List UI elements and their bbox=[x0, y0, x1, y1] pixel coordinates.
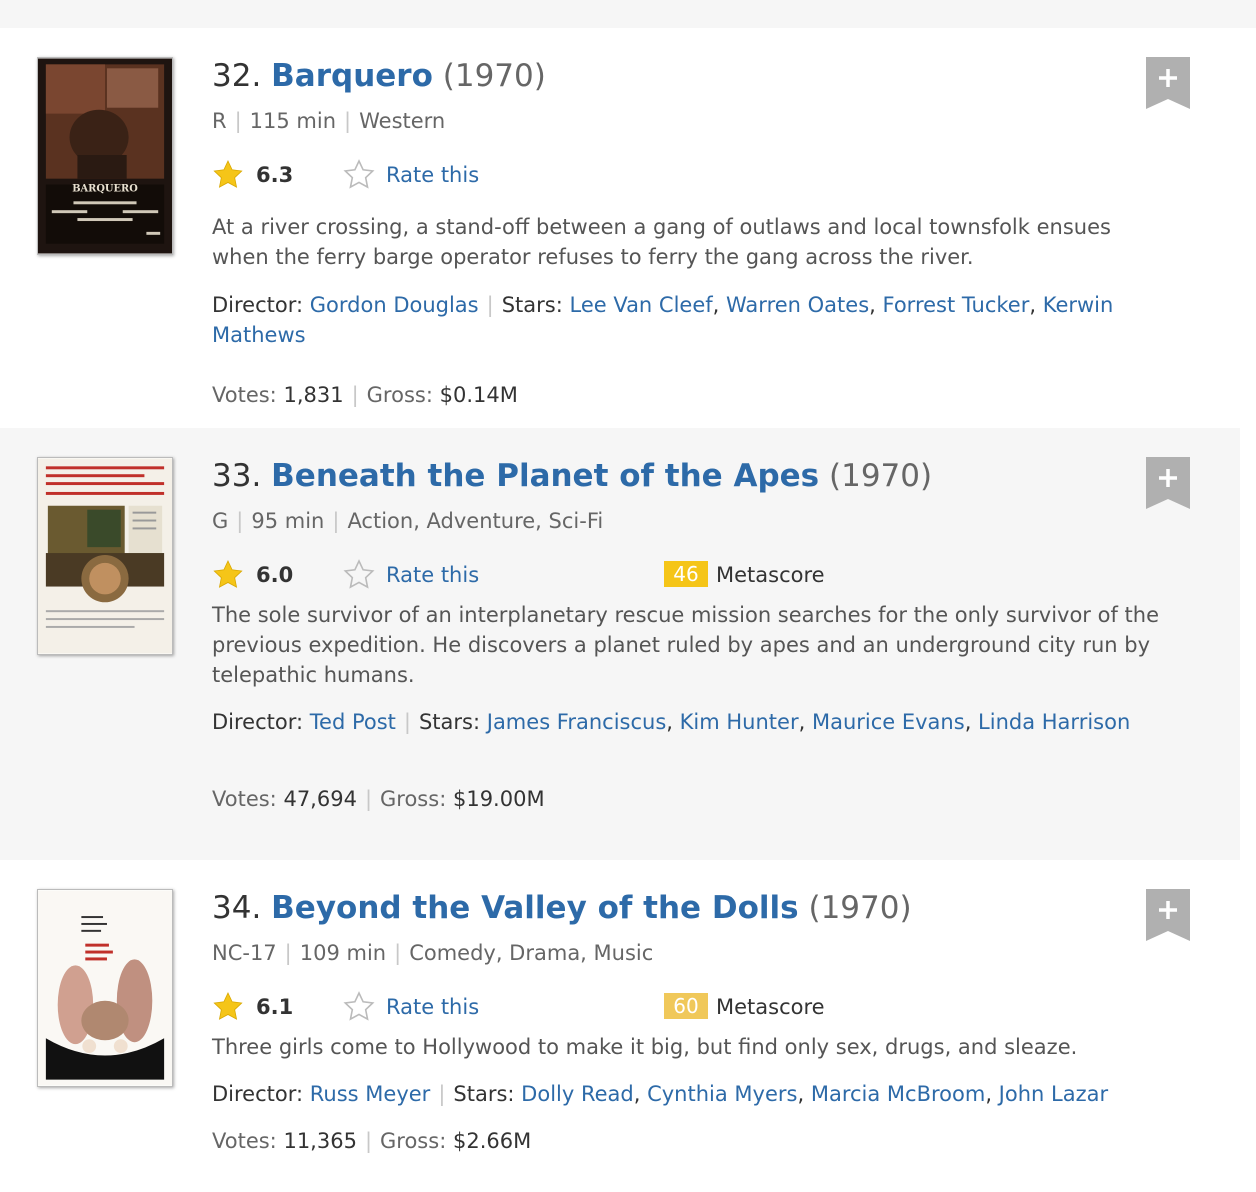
movie-title-link[interactable]: Beneath the Planet of the Apes bbox=[271, 458, 819, 494]
stars-label: Stars: bbox=[418, 710, 481, 734]
gross-label: Gross: bbox=[366, 383, 433, 407]
director-label: Director: bbox=[212, 293, 304, 317]
star-outline-icon[interactable] bbox=[343, 991, 375, 1023]
credits: Director: Ted Post | Stars: James Francisc… bbox=[212, 710, 1131, 734]
rank-number: 33. bbox=[212, 458, 262, 494]
list-item: 33. Beneath the Planet of the Apes (1970… bbox=[0, 428, 1240, 860]
director-label: Director: bbox=[212, 710, 304, 734]
gross-value: $0.14M bbox=[439, 383, 518, 407]
meta-line: G | 95 min | Action, Adventure, Sci-Fi bbox=[212, 509, 604, 533]
title-line: 32. Barquero (1970) bbox=[212, 58, 546, 94]
certificate: G bbox=[212, 509, 229, 533]
runtime: 115 min bbox=[249, 109, 337, 133]
stars-label: Stars: bbox=[453, 1082, 515, 1106]
genres: Action, Adventure, Sci-Fi bbox=[347, 509, 604, 533]
list-item: 34. Beyond the Valley of the Dolls (1970… bbox=[0, 860, 1240, 1192]
metascore-label: Metascore bbox=[716, 995, 825, 1019]
star-link[interactable]: Cynthia Myers bbox=[647, 1082, 797, 1106]
gross-label: Gross: bbox=[380, 787, 447, 811]
watchlist-ribbon-icon[interactable] bbox=[1146, 57, 1190, 109]
director-link[interactable]: Ted Post bbox=[310, 710, 396, 734]
imdb-rating: 6.0 bbox=[256, 563, 294, 587]
votes-label: Votes: bbox=[212, 383, 277, 407]
poster-image[interactable] bbox=[37, 889, 173, 1087]
director-label: Director: bbox=[212, 1082, 304, 1106]
rank-number: 34. bbox=[212, 890, 262, 926]
genres: Comedy, Drama, Music bbox=[409, 941, 654, 965]
rate-this-link[interactable]: Rate this bbox=[386, 995, 479, 1019]
star-link[interactable]: Marcia McBroom bbox=[811, 1082, 985, 1106]
poster-art bbox=[38, 890, 172, 1086]
star-link[interactable]: Forrest Tucker bbox=[883, 293, 1030, 317]
release-year: (1970) bbox=[442, 58, 546, 94]
star-link[interactable]: Lee Van Cleef bbox=[569, 293, 712, 317]
watchlist-ribbon-icon[interactable] bbox=[1146, 457, 1190, 509]
meta-line: R | 115 min | Western bbox=[212, 109, 446, 133]
title-line: 33. Beneath the Planet of the Apes (1970… bbox=[212, 458, 932, 494]
star-link[interactable]: Warren Oates bbox=[726, 293, 869, 317]
votes-line: Votes: 47,694 | Gross: $19.00M bbox=[212, 787, 545, 811]
top-strip bbox=[0, 0, 1256, 28]
star-filled-icon bbox=[213, 160, 243, 188]
star-outline-icon[interactable] bbox=[343, 559, 375, 591]
star-link[interactable]: Dolly Read bbox=[521, 1082, 634, 1106]
credits: Director: Russ Meyer | Stars: Dolly Read, … bbox=[212, 1082, 1109, 1106]
runtime: 109 min bbox=[299, 941, 387, 965]
poster-image[interactable] bbox=[37, 457, 173, 655]
plot-outline: At a river crossing, a stand-off between… bbox=[212, 215, 1111, 269]
star-link[interactable]: Kim Hunter bbox=[680, 710, 799, 734]
rating-bar: 6.1 Rate this 60 Metascore bbox=[212, 991, 912, 1027]
star-filled-icon bbox=[213, 992, 243, 1020]
imdb-rating: 6.1 bbox=[256, 995, 294, 1019]
rating-bar: 6.0 Rate this 46 Metascore bbox=[212, 559, 912, 595]
gross-label: Gross: bbox=[380, 1129, 447, 1153]
plot-outline: Three girls come to Hollywood to make it… bbox=[212, 1035, 1078, 1059]
star-outline-icon[interactable] bbox=[343, 159, 375, 191]
movie-title-link[interactable]: Barquero bbox=[271, 58, 433, 94]
votes-label: Votes: bbox=[212, 1129, 277, 1153]
rank-number: 32. bbox=[212, 58, 262, 94]
watchlist-ribbon-icon[interactable] bbox=[1146, 889, 1190, 941]
stars-label: Stars: bbox=[501, 293, 563, 317]
star-link[interactable]: James Franciscus bbox=[487, 710, 667, 734]
star-link[interactable]: John Lazar bbox=[999, 1082, 1108, 1106]
runtime: 95 min bbox=[251, 509, 325, 533]
imdb-rating: 6.3 bbox=[256, 163, 294, 187]
credits: Director: Gordon Douglas | Stars: Lee Van … bbox=[212, 293, 1114, 347]
gross-value: $19.00M bbox=[452, 787, 545, 811]
list-item: BARQUERO 32. Barquero (1970) R | 115 min | W… bbox=[0, 28, 1240, 428]
star-link[interactable]: Linda Harrison bbox=[978, 710, 1130, 734]
poster-art bbox=[38, 458, 172, 654]
star-link[interactable]: Maurice Evans bbox=[812, 710, 965, 734]
metascore-label: Metascore bbox=[716, 563, 825, 587]
votes-line: Votes: 1,831 | Gross: $0.14M bbox=[212, 383, 518, 407]
votes-label: Votes: bbox=[212, 787, 277, 811]
votes-count: 11,365 bbox=[283, 1129, 357, 1153]
director-link[interactable]: Gordon Douglas bbox=[310, 293, 479, 317]
certificate: R bbox=[212, 109, 227, 133]
release-year: (1970) bbox=[829, 458, 933, 494]
meta-line: NC-17 | 109 min | Comedy, Drama, Music bbox=[212, 941, 654, 965]
movie-title-link[interactable]: Beyond the Valley of the Dolls bbox=[271, 890, 798, 926]
rate-this-link[interactable]: Rate this bbox=[386, 563, 479, 587]
gross-value: $2.66M bbox=[452, 1129, 532, 1153]
genres: Western bbox=[359, 109, 446, 133]
rate-this-link[interactable]: Rate this bbox=[386, 163, 479, 187]
director-link[interactable]: Russ Meyer bbox=[310, 1082, 431, 1106]
release-year: (1970) bbox=[808, 890, 912, 926]
metascore-badge: 46 bbox=[664, 561, 708, 587]
votes-line: Votes: 11,365 | Gross: $2.66M bbox=[212, 1129, 532, 1153]
star-filled-icon bbox=[213, 560, 243, 588]
rating-bar: 6.3 Rate this bbox=[212, 159, 912, 195]
votes-count: 1,831 bbox=[283, 383, 344, 407]
poster-image[interactable]: BARQUERO bbox=[37, 57, 173, 255]
votes-count: 47,694 bbox=[283, 787, 357, 811]
metascore-badge: 60 bbox=[664, 993, 708, 1019]
plot-outline: The sole survivor of an interplanetary r… bbox=[212, 603, 1159, 687]
title-line: 34. Beyond the Valley of the Dolls (1970… bbox=[212, 890, 912, 926]
poster-title-text: BARQUERO bbox=[72, 183, 138, 194]
certificate: NC-17 bbox=[212, 941, 277, 965]
poster-art: BARQUERO bbox=[38, 58, 172, 254]
